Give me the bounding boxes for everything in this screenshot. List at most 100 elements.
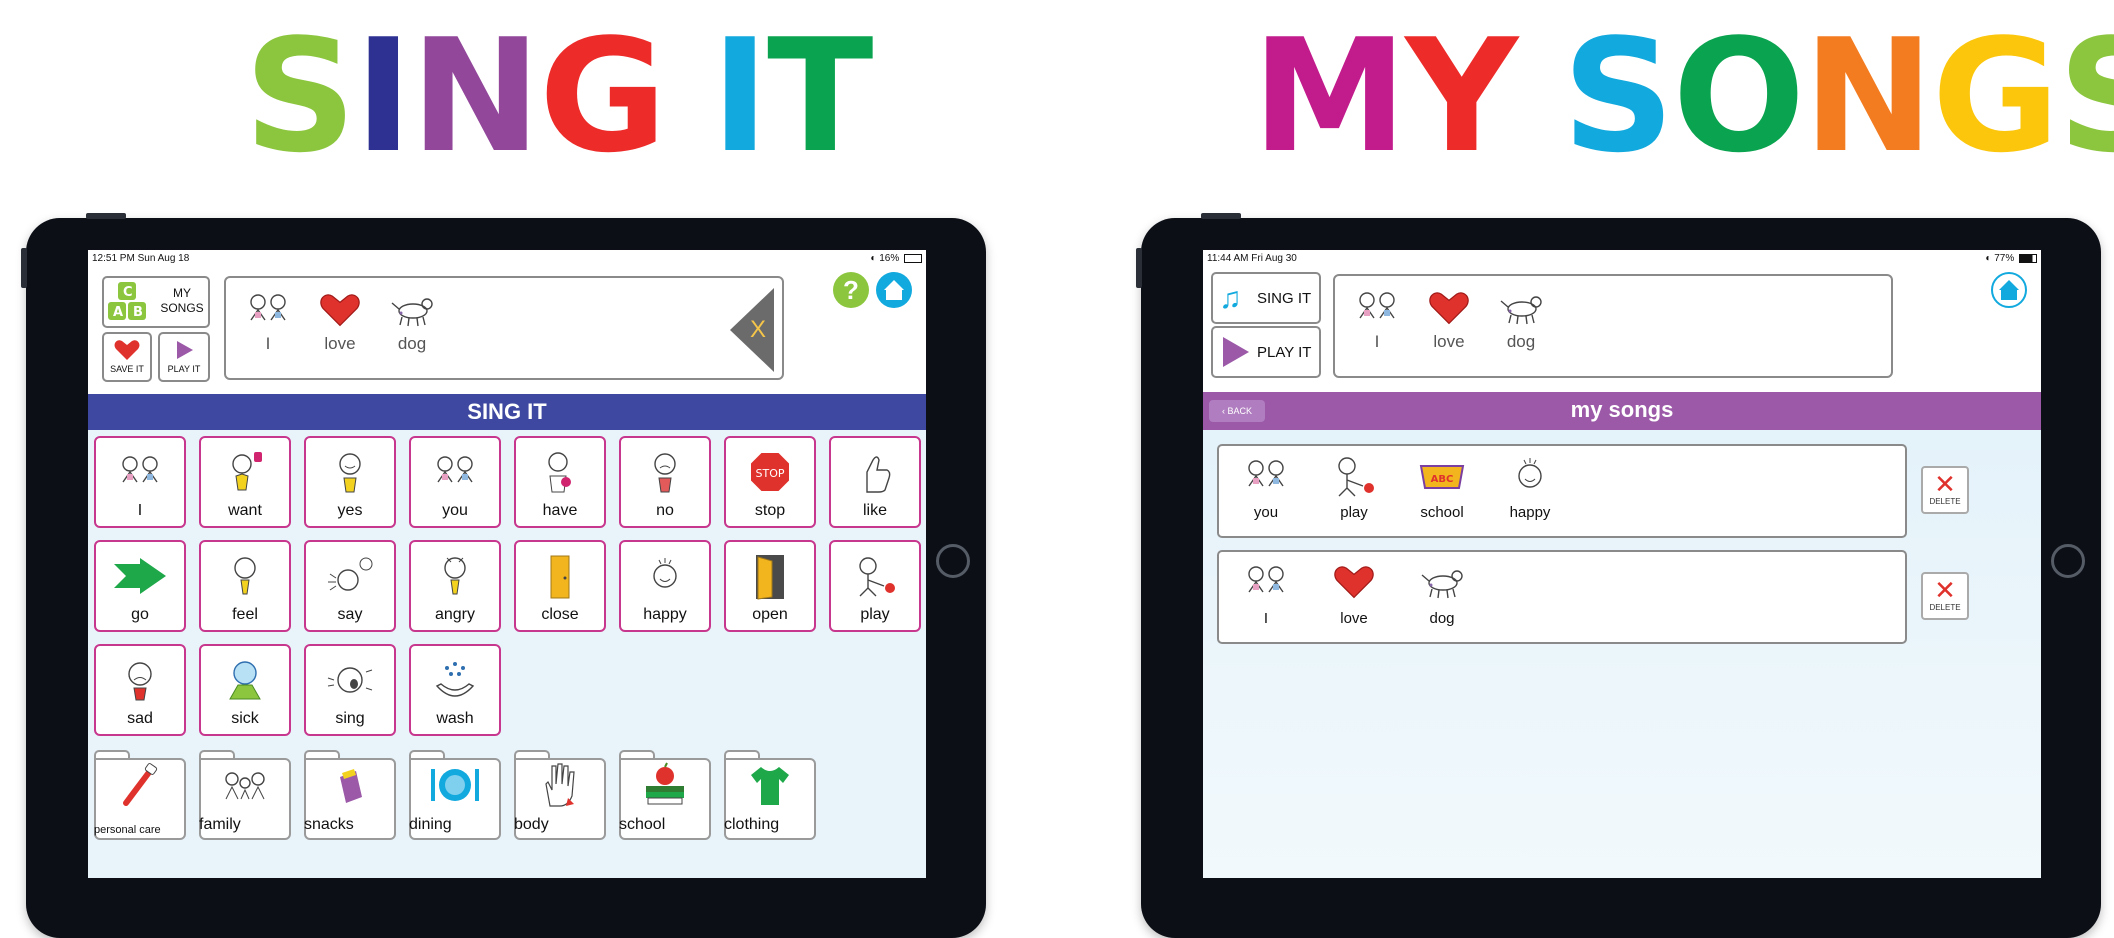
strip-word-label: love [1433, 332, 1465, 351]
toothbrush-icon [94, 762, 186, 808]
friends-icon [96, 446, 184, 498]
save-it-label: SAVE IT [110, 364, 144, 374]
dog-icon [382, 286, 442, 334]
word-button-have[interactable]: have [514, 436, 606, 528]
saved-song-row[interactable]: Ilove dog [1217, 550, 1907, 644]
ipad-home-button[interactable] [936, 544, 970, 578]
plate-icon [409, 762, 501, 808]
strip-word[interactable]: love [310, 286, 370, 354]
strip-word[interactable]: I [1347, 284, 1407, 352]
delete-label: DELETE [1929, 603, 1961, 612]
hand-icon [514, 762, 606, 808]
thumbs-up-icon [831, 446, 919, 498]
word-button-sad[interactable]: sad [94, 644, 186, 736]
category-folder-family[interactable]: family [199, 750, 291, 840]
clear-x: X [750, 316, 767, 343]
my-songs-button[interactable]: C A B MY SONGS [102, 276, 210, 328]
strip-word[interactable]: I [238, 286, 298, 354]
song-word-label: play [1340, 504, 1368, 521]
delete-song-button[interactable]: ✕ DELETE [1921, 572, 1969, 620]
category-folder-clothing[interactable]: clothing [724, 750, 816, 840]
folder-label: family [199, 816, 241, 833]
help-button[interactable]: ? [833, 272, 869, 308]
sing-it-screen: 12:51 PM Sun Aug 18 ◐ 16% C A B MY SONGS… [88, 250, 926, 878]
song-strip[interactable]: Ilove dog X [224, 276, 784, 380]
folder-label: personal care [94, 824, 161, 836]
category-folder-body[interactable]: body [514, 750, 606, 840]
music-note-icon: ♫ [1219, 282, 1242, 315]
word-button-you[interactable]: you [409, 436, 501, 528]
ipad-my-songs: 11:44 AM Fri Aug 30 ◐ 77% ♫ SING IT PLAY… [1136, 213, 2101, 938]
happy-icon [1493, 454, 1567, 498]
category-folder-personal-care[interactable]: personal care [94, 750, 186, 840]
word-button-stop[interactable]: STOP stop [724, 436, 816, 528]
strip-word[interactable]: dog [382, 286, 442, 354]
status-battery: ◐ 77% [1985, 253, 2037, 264]
saved-song-row[interactable]: you play ABC school happy [1217, 444, 1907, 538]
word-button-want[interactable]: want [199, 436, 291, 528]
word-label: stop [754, 502, 786, 519]
sing-it-button[interactable]: ♫ SING IT [1211, 272, 1321, 324]
word-button-open[interactable]: open [724, 540, 816, 632]
ipad-home-button[interactable] [2051, 544, 2085, 578]
word-button-feel[interactable]: feel [199, 540, 291, 632]
clear-strip-button[interactable]: X [728, 288, 776, 372]
battery-icon [904, 253, 922, 263]
title-letter: T [767, 5, 873, 187]
strip-word[interactable]: love [1419, 284, 1479, 352]
song-list: you play ABC school happy ✕ DELETE Ilove dog ✕ DEL… [1203, 430, 2041, 878]
happy-icon [621, 550, 709, 602]
word-button-sing[interactable]: sing [304, 644, 396, 736]
play-it-button[interactable]: PLAY IT [158, 332, 210, 382]
house-icon [884, 280, 904, 300]
word-button-I[interactable]: I [94, 436, 186, 528]
word-button-say[interactable]: say [304, 540, 396, 632]
song-strip[interactable]: Ilove dog [1333, 274, 1893, 378]
friends-icon [238, 286, 298, 334]
word-button-wash[interactable]: wash [409, 644, 501, 736]
home-button[interactable] [1991, 272, 2027, 308]
song-word-label: school [1420, 504, 1464, 521]
delete-song-button[interactable]: ✕ DELETE [1921, 466, 1969, 514]
status-bar: 12:51 PM Sun Aug 18 ◐ 16% [88, 250, 926, 268]
word-button-angry[interactable]: angry [409, 540, 501, 632]
strip-word[interactable]: dog [1491, 284, 1551, 352]
word-button-sick[interactable]: sick [199, 644, 291, 736]
word-button-go[interactable]: go [94, 540, 186, 632]
song-word-label: dog [1429, 610, 1455, 627]
song-word-label: love [1340, 610, 1368, 627]
school-sign-icon: ABC [1405, 454, 1479, 498]
play-it-label: PLAY IT [167, 364, 201, 374]
house-icon [1999, 280, 2019, 300]
word-label: sad [127, 710, 153, 727]
word-button-happy[interactable]: happy [619, 540, 711, 632]
category-folder-dining[interactable]: dining [409, 750, 501, 840]
category-folder-snacks[interactable]: snacks [304, 750, 396, 840]
word-button-close[interactable]: close [514, 540, 606, 632]
song-word-label: happy [1509, 504, 1551, 521]
play-it-button[interactable]: PLAY IT [1211, 326, 1321, 378]
word-button-play[interactable]: play [829, 540, 921, 632]
strip-word-label: I [1374, 332, 1380, 351]
word-button-yes[interactable]: yes [304, 436, 396, 528]
folder-label: dining [409, 816, 452, 833]
category-folder-school[interactable]: school [619, 750, 711, 840]
strip-word-label: dog [397, 334, 427, 353]
song-word: I [1229, 560, 1303, 627]
status-bar: 11:44 AM Fri Aug 30 ◐ 77% [1203, 250, 2041, 268]
word-label: you [442, 502, 468, 519]
word-button-like[interactable]: like [829, 436, 921, 528]
home-button[interactable] [876, 272, 912, 308]
friends-icon [1347, 284, 1407, 332]
save-it-button[interactable]: SAVE IT [102, 332, 152, 382]
sing-icon [306, 654, 394, 706]
word-label: angry [434, 606, 476, 623]
song-word: dog [1405, 560, 1479, 627]
svg-text:B: B [133, 305, 143, 320]
back-button[interactable]: ‹ BACK [1209, 400, 1265, 422]
title-letter: N [1803, 5, 1934, 187]
battery-icon [2019, 253, 2037, 263]
status-time: 11:44 AM Fri Aug 30 [1207, 253, 1297, 264]
word-button-no[interactable]: no [619, 436, 711, 528]
folder-label: snacks [304, 816, 354, 833]
